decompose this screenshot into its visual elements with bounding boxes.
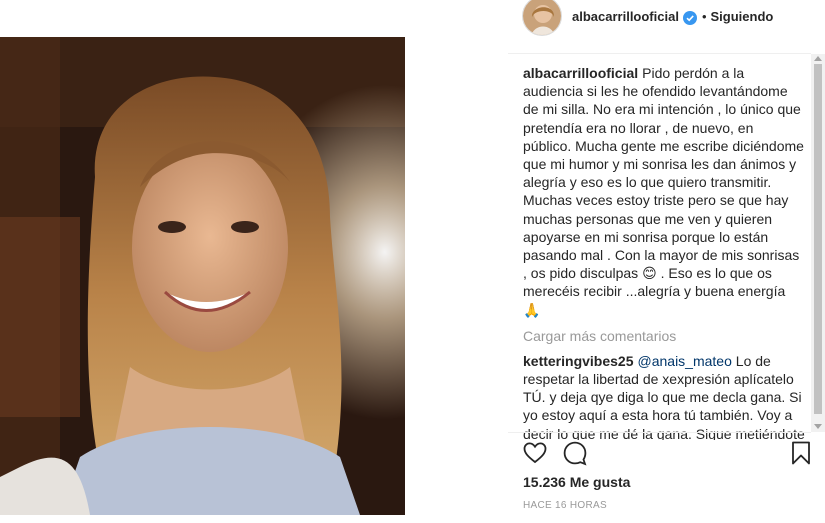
selfie-illustration [0, 37, 405, 515]
verified-badge-icon [682, 10, 697, 25]
post-actions [522, 440, 812, 468]
load-more-comments-button[interactable]: Cargar más comentarios [523, 328, 805, 344]
avatar-image [523, 0, 561, 35]
bookmark-icon[interactable] [788, 440, 814, 466]
heart-icon[interactable] [522, 440, 548, 466]
avatar[interactable] [522, 0, 562, 36]
post-timestamp[interactable]: HACE 16 HORAS [523, 500, 607, 511]
actions-divider [508, 432, 811, 433]
scroll-up-arrow-icon[interactable] [814, 56, 822, 61]
likes-count[interactable]: 15.236 Me gusta [523, 474, 630, 490]
scroll-down-arrow-icon[interactable] [814, 424, 822, 429]
post-header: albacarrillooficial • Siguiendo [508, 0, 825, 37]
comments-scrollbar[interactable] [811, 54, 825, 432]
smile-emoji: 😊 [642, 265, 657, 282]
header-divider [508, 53, 811, 54]
caption-text-1: Pido perdón a la audiencia si les he ofe… [523, 65, 804, 282]
header-separator: • [701, 9, 707, 24]
caption-username[interactable]: albacarrillooficial [523, 65, 638, 81]
post-photo[interactable] [0, 37, 405, 515]
post-side-panel: albacarrillooficial • Siguiendo albacarr… [508, 0, 825, 523]
follow-status-button[interactable]: Siguiendo [711, 9, 774, 24]
comment-username[interactable]: ketteringvibes25 [523, 353, 634, 369]
comment-icon[interactable] [562, 440, 588, 466]
comment-mention[interactable]: @anais_mateo [638, 353, 732, 369]
scrollbar-thumb[interactable] [814, 64, 822, 414]
comment-item: ketteringvibes25 @anais_mateo Lo de respe… [523, 352, 805, 440]
caption: albacarrillooficial Pido perdón a la audi… [523, 64, 805, 319]
pray-emoji: 🙏 [523, 301, 541, 318]
header-username[interactable]: albacarrillooficial [572, 9, 679, 24]
comments-list: albacarrillooficial Pido perdón a la audi… [523, 64, 805, 440]
